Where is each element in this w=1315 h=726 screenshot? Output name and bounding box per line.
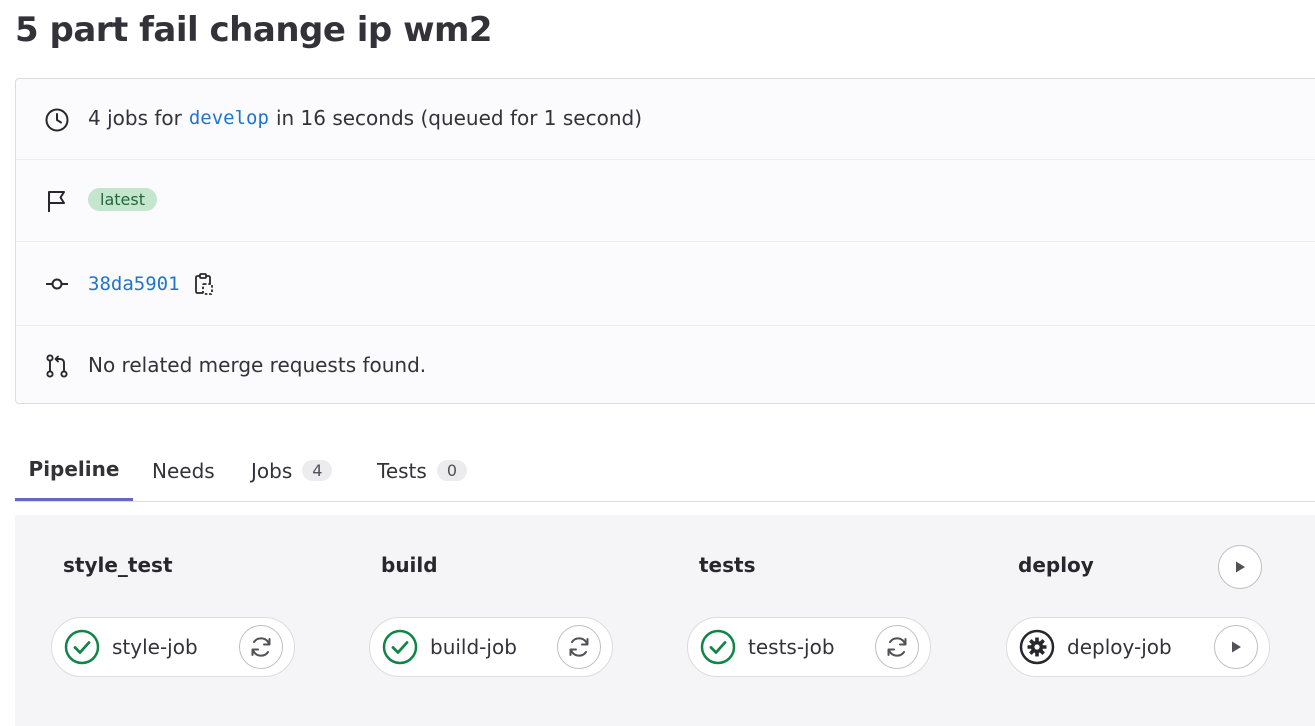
jobs-count-badge: 4 xyxy=(302,460,333,481)
play-icon[interactable] xyxy=(1214,625,1258,669)
pipeline-duration-text: 4 jobs for develop in 16 seconds (queued… xyxy=(88,106,642,130)
jobs-prefix: 4 jobs for xyxy=(88,106,182,130)
merge-request-icon xyxy=(44,353,70,379)
stage-play-icon[interactable] xyxy=(1218,545,1262,589)
job-name: tests-job xyxy=(748,635,835,659)
status-success-icon xyxy=(64,629,100,665)
copy-to-clipboard-icon[interactable] xyxy=(192,271,216,297)
commit-row: 38da5901 xyxy=(16,242,1315,326)
tab-tests-label: Tests xyxy=(377,458,427,483)
merge-requests-row: No related merge requests found. xyxy=(16,326,1315,405)
job-name: build-job xyxy=(430,635,517,659)
commit-icon xyxy=(44,271,70,297)
job-style-job[interactable]: style-job xyxy=(51,617,295,677)
branch-link[interactable]: develop xyxy=(189,107,269,129)
clock-icon xyxy=(44,107,70,133)
tab-needs[interactable]: Needs xyxy=(152,440,215,501)
stage-title-build: build xyxy=(381,553,438,577)
stage-title-style-test: style_test xyxy=(63,553,173,577)
status-manual-icon xyxy=(1019,629,1055,665)
retry-icon[interactable] xyxy=(875,625,919,669)
pipeline-graph: style_test style-job build build-job tes… xyxy=(15,515,1315,726)
job-name: style-job xyxy=(112,635,198,659)
job-build-job[interactable]: build-job xyxy=(369,617,613,677)
commit-sha-link[interactable]: 38da5901 xyxy=(88,273,180,295)
job-deploy-job[interactable]: deploy-job xyxy=(1006,617,1270,677)
flag-icon xyxy=(44,188,70,214)
pipeline-duration-row: 4 jobs for develop in 16 seconds (queued… xyxy=(16,79,1315,160)
job-name: deploy-job xyxy=(1067,635,1172,659)
badges-row: latest xyxy=(16,160,1315,242)
tab-jobs[interactable]: Jobs 4 xyxy=(251,440,333,501)
page-title: 5 part fail change ip wm2 xyxy=(15,10,493,50)
stage-title-deploy: deploy xyxy=(1018,553,1094,577)
tests-count-badge: 0 xyxy=(436,460,467,481)
tab-needs-label: Needs xyxy=(152,458,215,483)
pipeline-tabs: Pipeline Needs Jobs 4 Tests 0 xyxy=(15,440,1315,502)
status-success-icon xyxy=(382,629,418,665)
status-success-icon xyxy=(700,629,736,665)
tab-tests[interactable]: Tests 0 xyxy=(377,440,467,501)
jobs-suffix: in 16 seconds (queued for 1 second) xyxy=(275,106,643,130)
retry-icon[interactable] xyxy=(239,625,283,669)
merge-requests-text: No related merge requests found. xyxy=(88,353,427,377)
tab-jobs-label: Jobs xyxy=(251,458,293,483)
retry-icon[interactable] xyxy=(557,625,601,669)
job-tests-job[interactable]: tests-job xyxy=(687,617,931,677)
pipeline-info-panel: 4 jobs for develop in 16 seconds (queued… xyxy=(15,78,1315,404)
latest-badge: latest xyxy=(88,188,157,211)
tab-pipeline-label: Pipeline xyxy=(28,457,120,481)
tab-pipeline[interactable]: Pipeline xyxy=(15,440,133,501)
stage-title-tests: tests xyxy=(699,553,756,577)
